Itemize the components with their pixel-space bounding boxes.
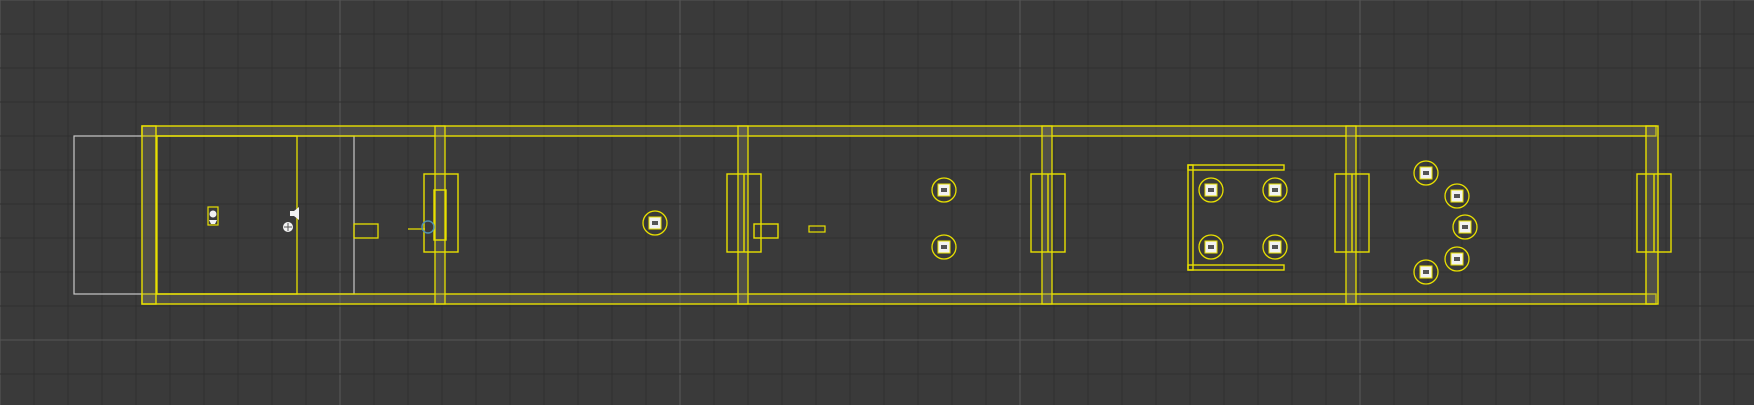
static-mesh-icon[interactable] [1262,177,1288,203]
trigger-box[interactable] [353,223,379,239]
player-start-icon[interactable] [207,206,219,226]
divider-wall-4[interactable] [1345,125,1357,305]
static-mesh-icon[interactable] [1452,214,1478,240]
static-mesh-icon[interactable] [1444,246,1470,272]
door-2[interactable] [726,173,779,253]
static-mesh-icon[interactable] [642,210,668,236]
static-mesh-icon[interactable] [1444,183,1470,209]
bottom-wall[interactable] [141,293,1657,305]
room-dividers[interactable] [434,125,1357,305]
doors[interactable] [423,173,1672,253]
level-geometry[interactable] [0,0,1754,405]
light-icon[interactable] [283,222,293,232]
static-mesh-icon[interactable] [1198,177,1224,203]
top-wall[interactable] [141,125,1657,137]
door-3[interactable] [1030,173,1066,253]
level-viewport-top-view[interactable] [0,0,1754,405]
static-mesh-icon[interactable] [1262,234,1288,260]
right-wall[interactable] [1645,125,1659,305]
static-mesh-icon[interactable] [931,177,957,203]
divider-wall-2[interactable] [737,125,749,305]
static-mesh-icon[interactable] [808,225,826,233]
static-mesh-icon[interactable] [1198,234,1224,260]
sound-icon[interactable] [290,207,299,220]
door-4[interactable] [1334,173,1370,253]
divider-wall-3[interactable] [1041,125,1053,305]
divider-wall-1[interactable] [434,125,446,305]
spawn-area-box[interactable] [156,135,298,295]
static-mesh-icon[interactable] [931,234,957,260]
static-mesh-icon[interactable] [1413,160,1439,186]
door-5[interactable] [1636,173,1672,253]
static-mesh-icon[interactable] [1413,259,1439,285]
left-wall[interactable] [141,125,157,305]
